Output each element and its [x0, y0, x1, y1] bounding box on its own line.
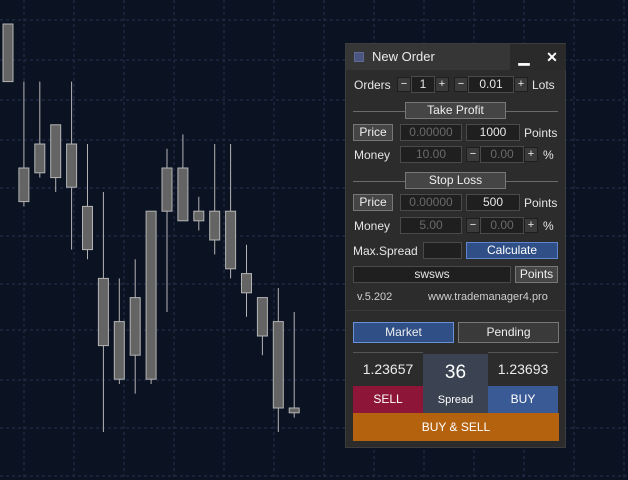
orders-plus-button[interactable]: + — [435, 77, 449, 92]
buy-button[interactable]: BUY — [488, 386, 558, 413]
spread-label: Spread — [437, 394, 474, 406]
candle-body-13 — [209, 210, 221, 241]
title-bar[interactable]: New Order ▁ ✕ — [346, 44, 566, 70]
candle-body-11 — [177, 167, 189, 222]
candle-body-16 — [256, 297, 268, 337]
tp-percent-field[interactable]: 0.00 — [480, 146, 524, 163]
window-icon — [354, 52, 364, 62]
footer-divider — [346, 310, 565, 311]
sell-button[interactable]: SELL — [353, 386, 423, 413]
sl-points-field[interactable]: 500 — [466, 194, 520, 211]
window-title: New Order — [372, 49, 435, 64]
sl-points-label: Points — [524, 196, 558, 210]
tp-price-button[interactable]: Price — [353, 124, 393, 141]
max-spread-field[interactable] — [423, 242, 462, 259]
comment-field[interactable]: swsws — [353, 266, 511, 283]
candle-body-8 — [129, 297, 141, 356]
candle-body-4 — [66, 143, 78, 188]
tab-market[interactable]: Market — [353, 322, 454, 343]
tp-percent-label: % — [543, 148, 554, 162]
tp-price-field[interactable]: 0.00000 — [400, 124, 462, 141]
candle-body-0 — [2, 23, 14, 83]
candle-body-15 — [241, 273, 252, 294]
version-label: v.5.202 — [357, 291, 393, 303]
spread-value: 36 — [444, 362, 467, 383]
lots-field[interactable]: 0.01 — [468, 76, 514, 93]
orders-label: Orders — [354, 78, 391, 92]
tp-percent-minus-button[interactable]: − — [466, 147, 480, 162]
tp-points-label: Points — [524, 126, 558, 140]
sl-price-button[interactable]: Price — [353, 194, 393, 211]
bid-divider — [353, 352, 423, 353]
sl-money-field[interactable]: 5.00 — [400, 217, 462, 234]
close-icon: ✕ — [546, 49, 558, 65]
sl-percent-plus-button[interactable]: + — [524, 218, 538, 233]
candle-body-18 — [288, 407, 300, 414]
spread-display: 36 Spread — [423, 354, 488, 413]
tab-pending[interactable]: Pending — [458, 322, 559, 343]
max-spread-label: Max.Spread — [353, 244, 418, 258]
candle-body-6 — [97, 277, 109, 347]
candle-body-14 — [225, 210, 237, 270]
lots-minus-button[interactable]: − — [454, 77, 468, 92]
minimize-button[interactable]: ▁ — [510, 44, 538, 70]
ask-divider — [488, 352, 558, 353]
close-button[interactable]: ✕ — [538, 44, 566, 70]
tp-points-field[interactable]: 1000 — [466, 124, 520, 141]
candle-body-3 — [50, 124, 62, 179]
candle-body-2 — [34, 143, 46, 174]
bid-price: 1.23657 — [362, 361, 414, 377]
tp-money-label: Money — [354, 148, 391, 162]
candle-body-17 — [272, 321, 284, 409]
sl-price-field[interactable]: 0.00000 — [400, 194, 462, 211]
sl-percent-label: % — [543, 219, 554, 233]
sl-money-label: Money — [354, 219, 391, 233]
tp-money-field[interactable]: 10.00 — [400, 146, 462, 163]
candle-body-5 — [82, 205, 93, 251]
lots-plus-button[interactable]: + — [514, 77, 528, 92]
calculate-button[interactable]: Calculate — [466, 242, 558, 259]
points-mode-button[interactable]: Points — [515, 266, 558, 283]
new-order-panel: New Order ▁ ✕ Orders − 1 + − 0.01 + Lots… — [345, 43, 566, 448]
orders-minus-button[interactable]: − — [397, 77, 411, 92]
candle-body-1 — [18, 167, 30, 203]
stop-loss-toggle[interactable]: Stop Loss — [405, 172, 506, 189]
minimize-icon: ▁ — [518, 49, 530, 65]
candles — [2, 23, 300, 432]
candle-body-9 — [145, 210, 157, 380]
take-profit-toggle[interactable]: Take Profit — [405, 102, 506, 119]
ask-price: 1.23693 — [497, 361, 549, 377]
sl-percent-minus-button[interactable]: − — [466, 218, 480, 233]
website-link[interactable]: www.trademanager4.pro — [428, 291, 548, 303]
sl-percent-field[interactable]: 0.00 — [480, 217, 524, 234]
candle-body-10 — [161, 167, 173, 212]
orders-count-field[interactable]: 1 — [411, 76, 435, 93]
buy-and-sell-button[interactable]: BUY & SELL — [353, 413, 559, 441]
lots-label: Lots — [532, 78, 555, 92]
tp-percent-plus-button[interactable]: + — [524, 147, 538, 162]
candle-body-12 — [193, 210, 205, 222]
candle-body-7 — [113, 321, 125, 380]
